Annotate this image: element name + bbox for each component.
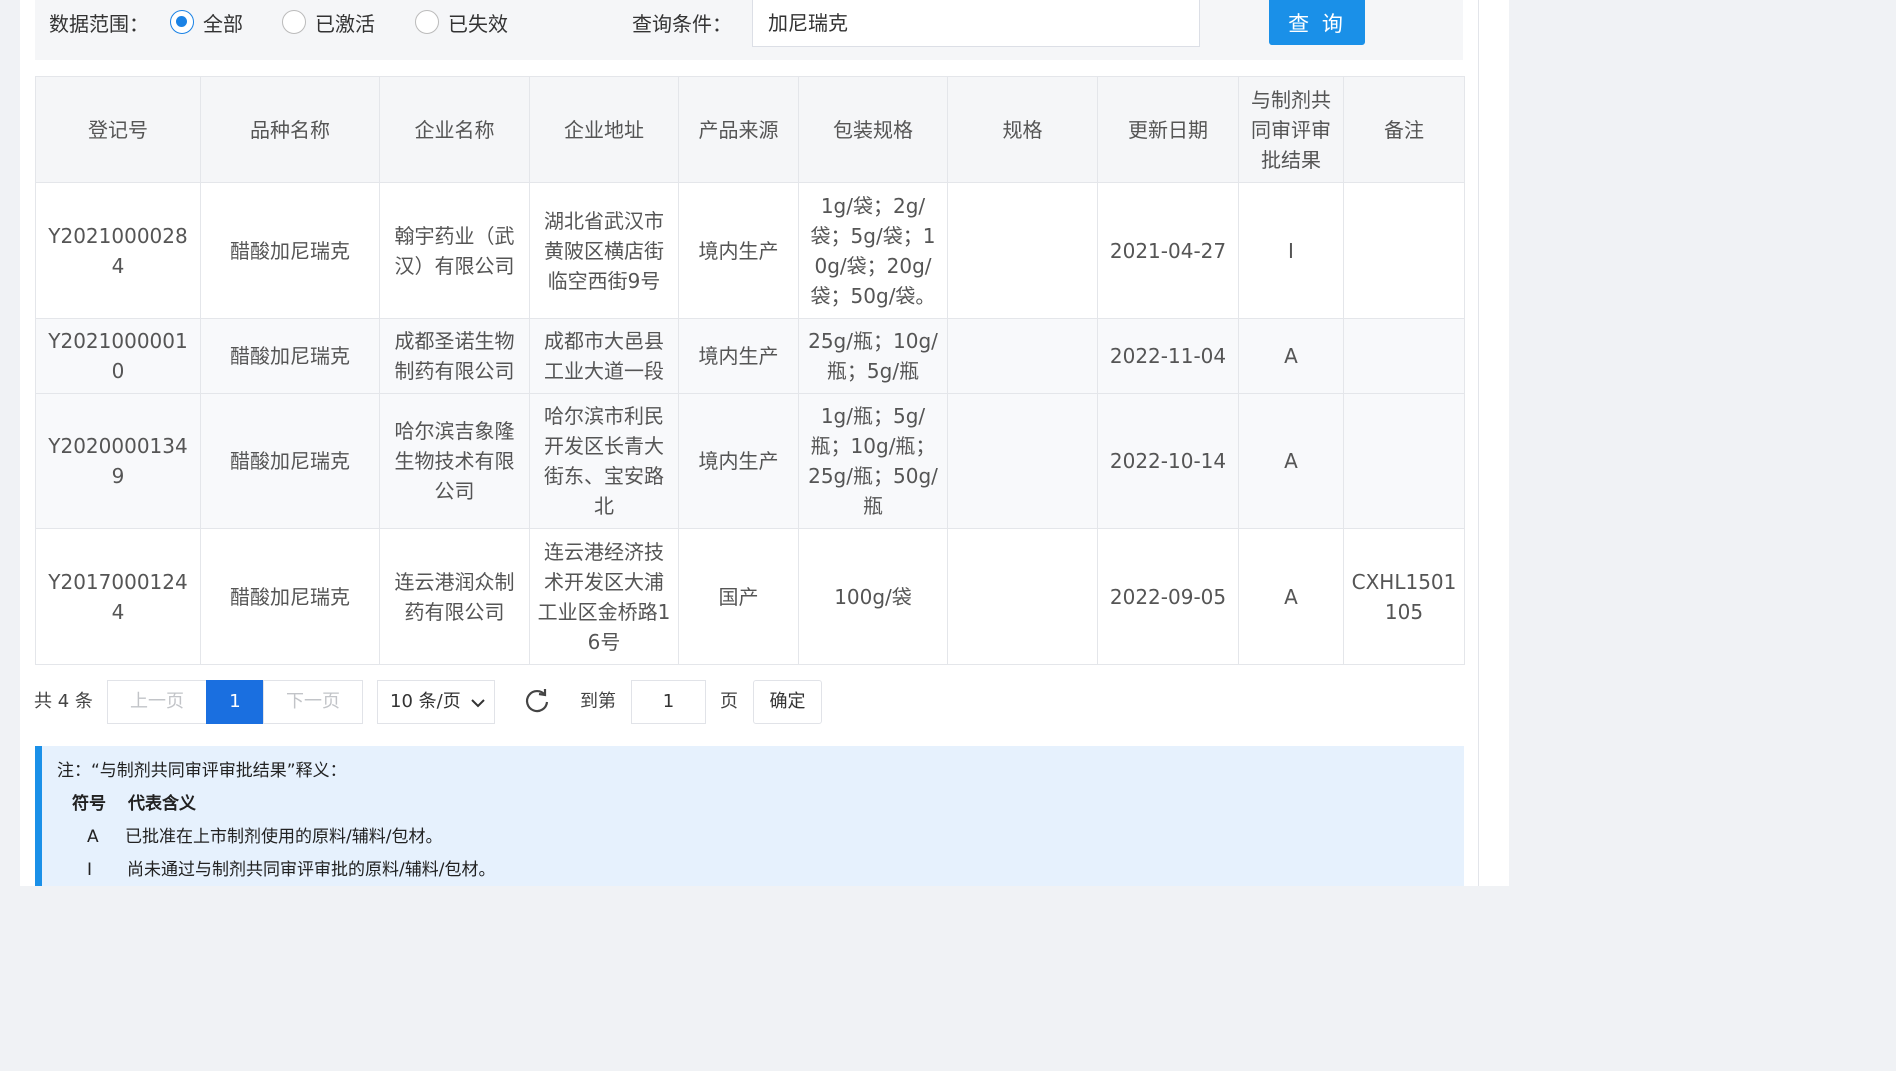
cell: 哈尔滨吉象隆生物技术有限公司 xyxy=(379,393,530,529)
refresh-icon[interactable] xyxy=(523,687,551,715)
cell: 醋酸加尼瑞克 xyxy=(200,528,380,665)
next-page-button[interactable]: 下一页 xyxy=(263,680,363,724)
table-row: Y20170001244 醋酸加尼瑞克 连云港润众制药有限公司 连云港经济技术开… xyxy=(35,528,1465,665)
col-header: 包装规格 xyxy=(798,76,948,183)
page-size-value: 10 条/页 xyxy=(390,691,461,712)
cell: Y20170001244 xyxy=(35,528,201,665)
cell: Y20200001349 xyxy=(35,393,201,529)
cell: 哈尔滨市利民开发区长青大街东、宝安路北 xyxy=(529,393,679,529)
scope-label: 数据范围： xyxy=(49,12,149,36)
cell: 醋酸加尼瑞克 xyxy=(200,318,380,394)
cell: 1g/瓶；5g/瓶；10g/瓶；25g/瓶；50g/瓶 xyxy=(798,393,948,529)
col-header: 企业名称 xyxy=(379,76,530,183)
cell: A xyxy=(1238,393,1344,529)
goto-page-input[interactable]: 1 xyxy=(631,680,706,724)
chevron-down-icon xyxy=(471,699,485,708)
side-scroll-area xyxy=(1478,0,1509,886)
col-header: 登记号 xyxy=(35,76,201,183)
col-header: 品种名称 xyxy=(200,76,380,183)
cell xyxy=(1343,393,1465,529)
page-unit-label: 页 xyxy=(720,691,738,712)
prev-page-button[interactable]: 上一页 xyxy=(107,680,207,724)
table-row: Y20200001349 醋酸加尼瑞克 哈尔滨吉象隆生物技术有限公司 哈尔滨市利… xyxy=(35,393,1465,529)
cell: CXHL1501105 xyxy=(1343,528,1465,665)
cell: 2022-11-04 xyxy=(1097,318,1239,394)
cell: 境内生产 xyxy=(678,393,799,529)
note-meaning: 尚未通过与制剂共同审评审批的原料/辅料/包材。 xyxy=(127,860,496,880)
cell: 2022-10-14 xyxy=(1097,393,1239,529)
cell: A xyxy=(1238,528,1344,665)
total-count: 共 4 条 xyxy=(34,691,93,712)
cell: 25g/瓶；10g/瓶；5g/瓶 xyxy=(798,318,948,394)
cell xyxy=(947,528,1098,665)
cell: 醋酸加尼瑞克 xyxy=(200,182,380,319)
cell: Y20210000284 xyxy=(35,182,201,319)
note-symbol: A xyxy=(87,827,99,847)
cell: 湖北省武汉市黄陂区横店街临空西街9号 xyxy=(529,182,679,319)
col-header: 企业地址 xyxy=(529,76,679,183)
cell: 境内生产 xyxy=(678,182,799,319)
radio-all-label[interactable]: 全部 xyxy=(203,10,243,38)
cell: 2022-09-05 xyxy=(1097,528,1239,665)
note-col-symbol: 符号 xyxy=(72,794,106,814)
cell: 醋酸加尼瑞克 xyxy=(200,393,380,529)
radio-expired[interactable] xyxy=(415,10,439,34)
cell: 境内生产 xyxy=(678,318,799,394)
results-table: 登记号 品种名称 企业名称 企业地址 产品来源 包装规格 规格 更新日期 与制剂… xyxy=(35,76,1465,665)
cell: 成都市大邑县工业大道一段 xyxy=(529,318,679,394)
cell: 1g/袋；2g/袋；5g/袋；10g/袋；20g/袋；50g/袋。 xyxy=(798,182,948,319)
note-title: 注：“与制剂共同审评审批结果”释义： xyxy=(57,761,347,781)
page-1-button[interactable]: 1 xyxy=(206,680,264,724)
radio-active-label[interactable]: 已激活 xyxy=(315,10,375,38)
cell: I xyxy=(1238,182,1344,319)
table-row: Y20210000284 醋酸加尼瑞克 翰宇药业（武汉）有限公司 湖北省武汉市黄… xyxy=(35,182,1465,319)
query-input[interactable]: 加尼瑞克 xyxy=(752,0,1200,47)
radio-all[interactable] xyxy=(170,10,194,34)
cell: Y20210000010 xyxy=(35,318,201,394)
cell: 连云港经济技术开发区大浦工业区金桥路16号 xyxy=(529,528,679,665)
legend-note: 注：“与制剂共同审评审批结果”释义： 符号 代表含义 A 已批准在上市制剂使用的… xyxy=(35,746,1464,886)
note-symbol: I xyxy=(87,860,93,880)
filter-bar: 数据范围： 全部 已激活 已失效 查询条件： 加尼瑞克 查 询 xyxy=(35,0,1463,60)
cell: 国产 xyxy=(678,528,799,665)
col-header: 规格 xyxy=(947,76,1098,183)
col-header: 更新日期 xyxy=(1097,76,1239,183)
cell xyxy=(947,393,1098,529)
cell: 翰宇药业（武汉）有限公司 xyxy=(379,182,530,319)
cell: 100g/袋 xyxy=(798,528,948,665)
cell: 成都圣诺生物制药有限公司 xyxy=(379,318,530,394)
note-col-meaning: 代表含义 xyxy=(128,794,196,814)
search-button[interactable]: 查 询 xyxy=(1269,0,1365,45)
cell: A xyxy=(1238,318,1344,394)
goto-label: 到第 xyxy=(580,691,616,712)
cell xyxy=(947,182,1098,319)
main-panel: 数据范围： 全部 已激活 已失效 查询条件： 加尼瑞克 查 询 登记号 品种名称… xyxy=(20,0,1478,886)
cell xyxy=(1343,318,1465,394)
confirm-button[interactable]: 确定 xyxy=(753,680,822,724)
col-header: 产品来源 xyxy=(678,76,799,183)
cell xyxy=(1343,182,1465,319)
radio-expired-label[interactable]: 已失效 xyxy=(448,10,508,38)
radio-active[interactable] xyxy=(282,10,306,34)
page-size-select[interactable]: 10 条/页 xyxy=(377,680,495,724)
note-meaning: 已批准在上市制剂使用的原料/辅料/包材。 xyxy=(125,827,443,847)
cell: 2021-04-27 xyxy=(1097,182,1239,319)
cell: 连云港润众制药有限公司 xyxy=(379,528,530,665)
col-header: 备注 xyxy=(1343,76,1465,183)
col-header: 与制剂共同审评审批结果 xyxy=(1238,76,1344,183)
table-row: Y20210000010 醋酸加尼瑞克 成都圣诺生物制药有限公司 成都市大邑县工… xyxy=(35,318,1465,394)
table-header-row: 登记号 品种名称 企业名称 企业地址 产品来源 包装规格 规格 更新日期 与制剂… xyxy=(35,76,1465,183)
query-label: 查询条件： xyxy=(632,12,732,36)
cell xyxy=(947,318,1098,394)
